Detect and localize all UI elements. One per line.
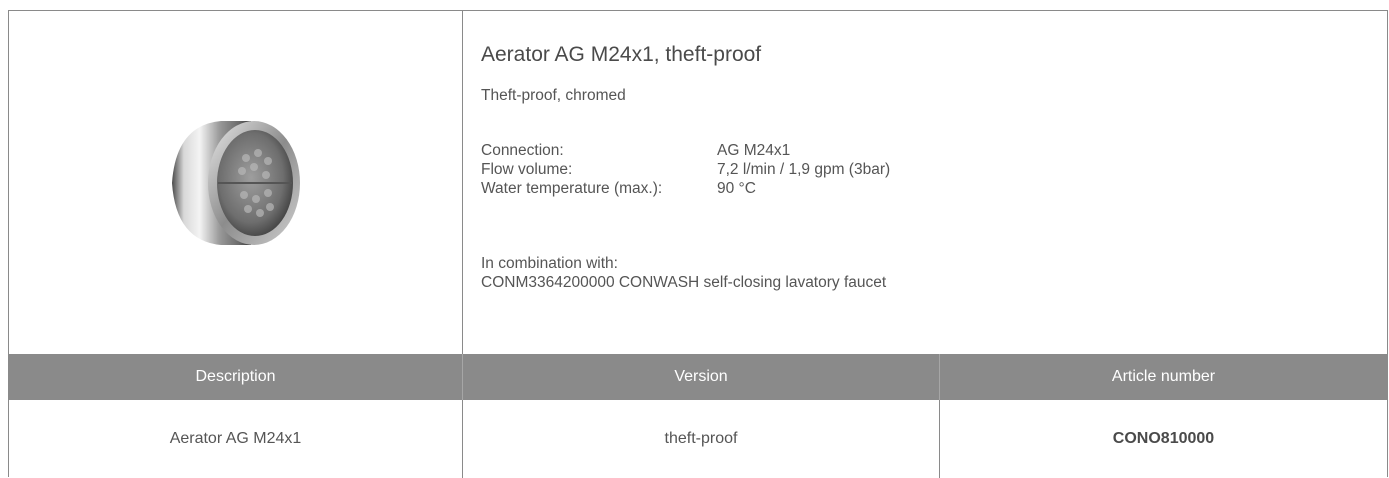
spec-label: Connection: bbox=[481, 142, 564, 159]
product-image-cell bbox=[9, 11, 463, 354]
spec-label: Flow volume: bbox=[481, 161, 573, 178]
spec-value: AG M24x1 bbox=[717, 142, 791, 159]
spec-list: Connection: AG M24x1 Flow volume: 7,2 l/… bbox=[481, 141, 890, 198]
cell-description: Aerator AG M24x1 bbox=[9, 400, 463, 478]
header-description: Description bbox=[9, 354, 463, 400]
table-row: Aerator AG M24x1 theft-proof CONO810000 bbox=[9, 400, 1387, 478]
cell-article-number[interactable]: CONO810000 bbox=[940, 400, 1387, 478]
product-overview: Aerator AG M24x1, theft-proof Theft-proo… bbox=[9, 11, 1387, 354]
spec-label: Water temperature (max.): bbox=[481, 180, 663, 197]
spec-row-connection: Connection: AG M24x1 bbox=[481, 141, 890, 160]
header-article-number: Article number bbox=[1111, 368, 1216, 385]
combination-info: In combination with: CONM3364200000 CONW… bbox=[481, 254, 886, 292]
product-card: Aerator AG M24x1, theft-proof Theft-proo… bbox=[8, 10, 1388, 478]
cell-version: theft-proof bbox=[463, 400, 940, 478]
combination-item: CONM3364200000 CONWASH self-closing lava… bbox=[481, 274, 887, 291]
table-header: Description Version Article number bbox=[9, 354, 1387, 400]
aerator-product-photo bbox=[172, 121, 300, 245]
header-version: Version bbox=[463, 354, 940, 400]
spec-value: 90 °C bbox=[717, 180, 756, 197]
product-title: Aerator AG M24x1, theft-proof bbox=[481, 43, 762, 66]
product-subtitle: Theft-proof, chromed bbox=[481, 87, 626, 104]
spec-row-water-temperature: Water temperature (max.): 90 °C bbox=[481, 179, 890, 198]
product-info: Aerator AG M24x1, theft-proof Theft-proo… bbox=[481, 11, 1381, 354]
spec-value: 7,2 l/min / 1,9 gpm (3bar) bbox=[717, 161, 891, 178]
combination-label: In combination with: bbox=[481, 255, 618, 272]
spec-row-flow-volume: Flow volume: 7,2 l/min / 1,9 gpm (3bar) bbox=[481, 160, 890, 179]
